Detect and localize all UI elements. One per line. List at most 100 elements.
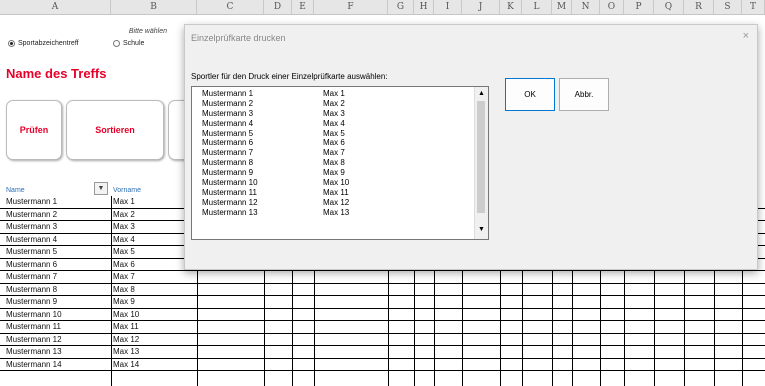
athlete-listbox[interactable]: Mustermann 1 Max 1 Mustermann 2 Max 2 Muster… [191,86,489,240]
list-item-name: Mustermann 3 [202,108,254,118]
cell-vorname[interactable]: Max 3 [113,221,135,233]
filter-dropdown-icon[interactable]: ▼ [94,182,108,195]
list-item[interactable]: Mustermann 5 Max 5 [202,129,349,139]
cell-name[interactable]: Mustermann 7 [6,271,57,283]
column-header-o[interactable]: O [600,0,624,14]
table-row[interactable]: Mustermann 12 Max 12 [0,334,765,346]
cell-name[interactable]: Mustermann 5 [6,246,57,258]
column-header-q[interactable]: Q [654,0,684,14]
cell-name[interactable]: Mustermann 9 [6,296,57,308]
list-item-vorname: Max 13 [323,207,350,217]
cell-name[interactable]: Mustermann 14 [6,359,62,371]
cell-name[interactable]: Mustermann 12 [6,334,62,346]
radio-schule[interactable]: Schule [113,40,144,47]
list-item[interactable]: Mustermann 9 Max 9 [202,168,349,178]
cell-name[interactable]: Mustermann 8 [6,284,57,296]
column-header-i[interactable]: I [434,0,462,14]
cell-name[interactable]: Mustermann 11 [6,321,61,333]
print-dialog: Einzelprüfkarte drucken × Sportler für d… [184,24,758,270]
column-header-k[interactable]: K [500,0,522,14]
cancel-button[interactable]: Abbr. [559,78,609,111]
cell-name[interactable]: Mustermann 1 [6,196,57,208]
cell-vorname[interactable]: Max 6 [113,259,135,271]
column-header-d[interactable]: D [264,0,292,14]
cell-vorname[interactable]: Max 12 [113,334,139,346]
scroll-up-icon[interactable]: ▲ [475,88,488,100]
list-item[interactable]: Mustermann 3 Max 3 [202,109,349,119]
column-header-b[interactable]: B [111,0,197,14]
cell-name[interactable]: Mustermann 3 [6,221,57,233]
list-item-name: Mustermann 9 [202,168,254,178]
cell-vorname[interactable]: Max 9 [113,296,135,308]
cell-name[interactable]: Mustermann 10 [6,309,62,321]
table-row[interactable]: Mustermann 11 Max 11 [0,321,765,334]
column-header-r[interactable]: R [684,0,714,14]
column-header-l[interactable]: L [522,0,552,14]
cell-vorname[interactable]: Max 2 [113,209,135,221]
scroll-thumb[interactable] [477,101,485,213]
list-item-vorname: Max 12 [323,197,350,207]
cell-vorname[interactable]: Max 8 [113,284,135,296]
athlete-list: Mustermann 1 Max 1 Mustermann 2 Max 2 Muster… [202,89,349,218]
cell-vorname[interactable]: Max 5 [113,246,135,258]
list-item[interactable]: Mustermann 12 Max 12 [202,198,349,208]
list-item[interactable]: Mustermann 10 Max 10 [202,178,349,188]
cell-vorname[interactable]: Max 10 [113,309,139,321]
list-item[interactable]: Mustermann 7 Max 7 [202,148,349,158]
table-row[interactable]: Mustermann 9 Max 9 [0,296,765,309]
list-item-name: Mustermann 1 [202,89,254,98]
sortieren-button[interactable]: Sortieren [66,100,164,160]
column-header-p[interactable]: P [624,0,654,14]
list-item-vorname: Max 2 [323,98,345,108]
list-item-vorname: Max 11 [323,187,349,197]
radio-label: Schule [123,40,145,47]
column-header-j[interactable]: J [462,0,500,14]
cell-vorname[interactable]: Max 14 [113,359,139,371]
column-header-h[interactable]: H [414,0,434,14]
table-row[interactable]: Mustermann 13 Max 13 [0,346,765,359]
radio-sportabzeichentreff[interactable]: Sportabzeichentreff [8,40,79,47]
column-header-t[interactable]: T [742,0,765,14]
header-vorname: Vorname [113,187,142,194]
table-row[interactable]: Mustermann 14 Max 14 [0,359,765,371]
column-header-a[interactable]: A [0,0,111,14]
cell-name[interactable]: Mustermann 4 [6,234,57,246]
list-item-name: Mustermann 4 [202,118,254,128]
close-icon[interactable]: × [743,30,749,42]
column-header-m[interactable]: M [552,0,572,14]
cell-name[interactable]: Mustermann 2 [6,209,57,221]
ok-button[interactable]: OK [505,78,555,111]
column-header-bar: A B C D E F G H I J K L M N O P Q R S T [0,0,765,15]
pruefen-button[interactable]: Prüfen [6,100,62,160]
column-header-e[interactable]: E [292,0,314,14]
table-row[interactable]: Mustermann 10 Max 10 [0,309,765,321]
listbox-scrollbar[interactable]: ▲ ▼ [474,87,488,239]
column-header-n[interactable]: N [572,0,600,14]
cell-vorname[interactable]: Max 7 [113,271,135,283]
list-item[interactable]: Mustermann 4 Max 4 [202,119,349,129]
column-header-c[interactable]: C [197,0,264,14]
list-item[interactable]: Mustermann 8 Max 8 [202,158,349,168]
column-header-g[interactable]: G [388,0,414,14]
cell-vorname[interactable]: Max 13 [113,346,139,358]
list-item-vorname: Max 10 [323,178,350,188]
scroll-down-icon[interactable]: ▼ [475,224,488,236]
cell-vorname[interactable]: Max 11 [113,321,139,333]
list-item[interactable]: Mustermann 1 Max 1 [202,89,349,99]
list-item[interactable]: Mustermann 6 Max 6 [202,138,349,148]
cell-vorname[interactable]: Max 1 [113,196,135,208]
column-header-s[interactable]: S [714,0,742,14]
list-item[interactable]: Mustermann 13 Max 13 [202,208,349,218]
cell-vorname[interactable]: Max 4 [113,234,135,246]
cell-name[interactable]: Mustermann 6 [6,259,57,271]
list-item[interactable]: Mustermann 2 Max 2 [202,99,349,109]
radio-label: Sportabzeichentreff [18,40,79,47]
column-header-f[interactable]: F [314,0,388,14]
list-item-vorname: Max 5 [323,128,345,138]
list-item-vorname: Max 7 [323,148,345,158]
list-item[interactable]: Mustermann 11 Max 11 [202,188,349,198]
table-row[interactable]: Mustermann 8 Max 8 [0,284,765,296]
list-item-vorname: Max 9 [323,168,345,178]
cell-name[interactable]: Mustermann 13 [6,346,62,358]
table-row[interactable]: Mustermann 7 Max 7 [0,271,765,284]
